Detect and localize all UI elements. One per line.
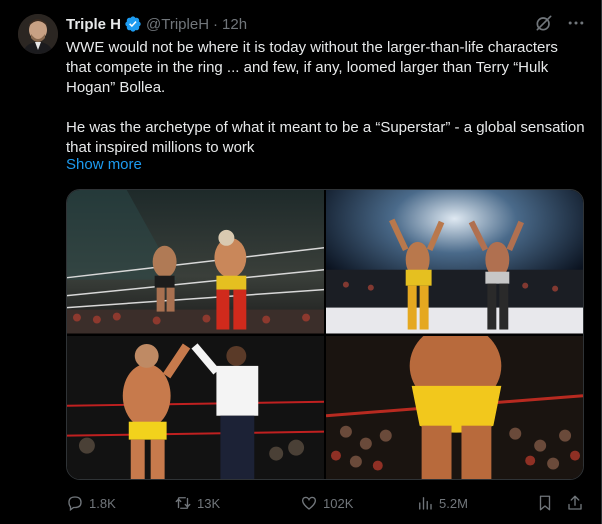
views-button[interactable]: 5.2M (416, 494, 468, 512)
verified-badge-icon (124, 15, 142, 33)
like-button[interactable]: 102K (300, 494, 353, 512)
grok-icon[interactable] (533, 12, 555, 34)
tweet-text: WWE would not be where it is today witho… (66, 38, 586, 158)
show-more-link[interactable]: Show more (66, 156, 142, 173)
author-handle[interactable]: @TripleH (146, 16, 209, 33)
heart-icon (301, 496, 317, 510)
media-photo-4[interactable] (326, 335, 583, 479)
retweet-icon (175, 497, 191, 509)
reply-button[interactable]: 1.8K (66, 494, 116, 512)
avatar[interactable] (18, 14, 58, 54)
like-count: 102K (323, 495, 354, 511)
media-grid (66, 189, 584, 480)
retweet-count: 13K (197, 495, 221, 511)
media-photo-3[interactable] (67, 335, 324, 479)
author-name[interactable]: Triple H (66, 16, 121, 33)
reply-count: 1.8K (89, 495, 116, 511)
media-photo-2[interactable] (326, 190, 583, 334)
tweet-actions: 1.8K 13K 102K 5.2M (66, 492, 586, 514)
timestamp[interactable]: 12h (222, 16, 247, 33)
separator-dot: · (213, 15, 219, 33)
more-icon[interactable] (565, 12, 587, 34)
share-button[interactable] (566, 494, 584, 512)
share-icon (568, 495, 582, 510)
tweet-card[interactable]: Triple H @TripleH · 12h WWE would not be… (0, 0, 602, 524)
tweet-paragraph-2: He was the archetype of what it meant to… (66, 119, 585, 156)
reply-icon (68, 496, 82, 512)
views-count: 5.2M (439, 495, 468, 511)
media-photo-1[interactable] (67, 190, 324, 334)
tweet-header: Triple H @TripleH · 12h (66, 14, 247, 34)
top-actions (533, 12, 587, 34)
bookmark-button[interactable] (536, 494, 554, 512)
views-chart-icon (419, 497, 432, 510)
bookmark-icon (539, 495, 551, 511)
retweet-button[interactable]: 13K (174, 494, 220, 512)
tweet-paragraph-1: WWE would not be where it is today witho… (66, 39, 558, 96)
